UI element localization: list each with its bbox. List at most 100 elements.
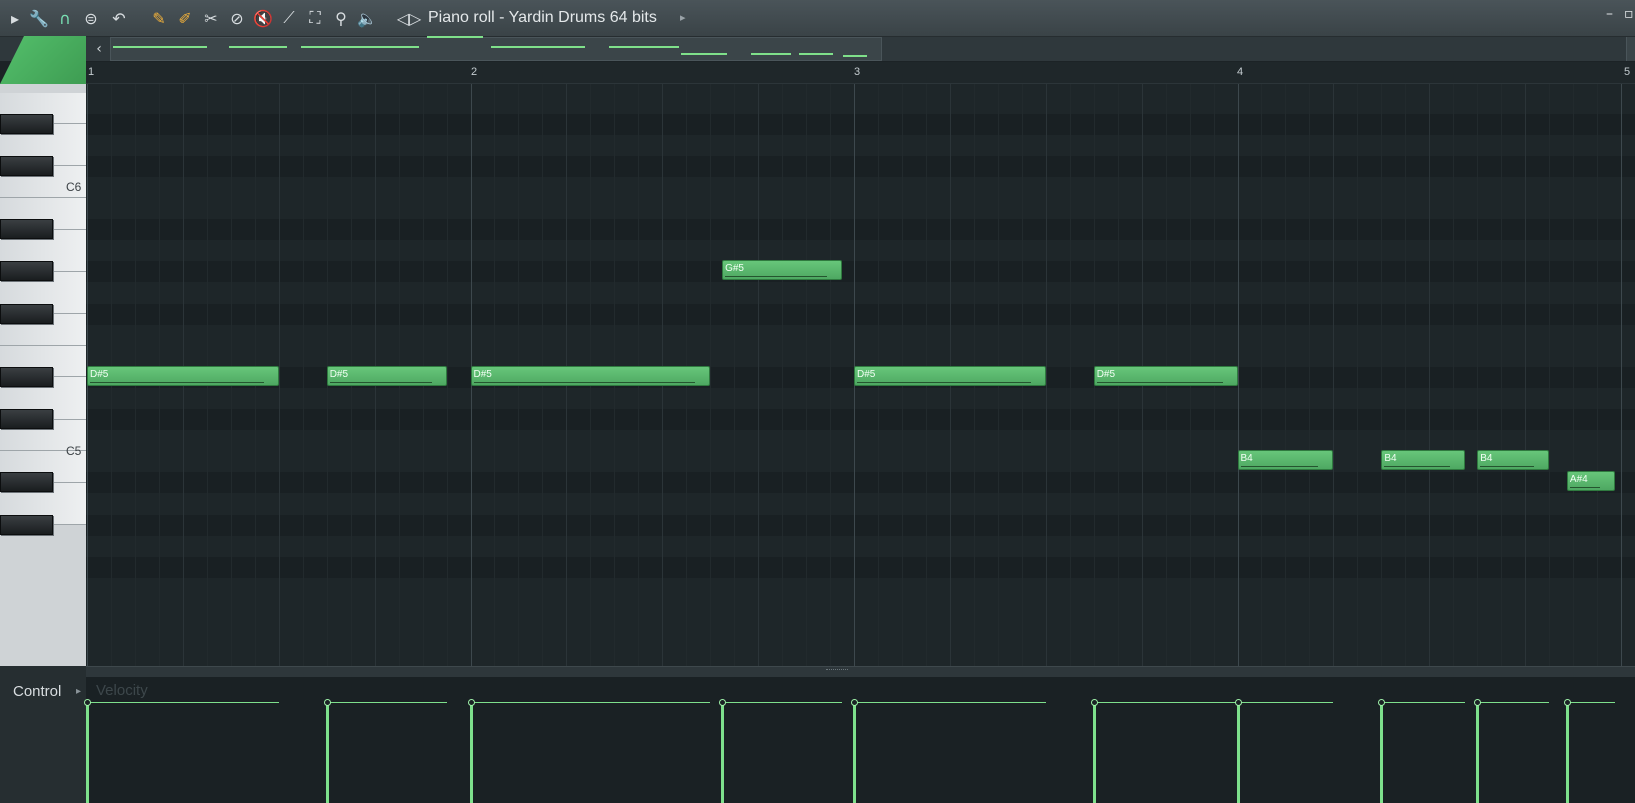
timeline-ruler[interactable]: 1 2 3 4 5	[86, 62, 1635, 84]
note-d-sharp5[interactable]: D#5	[1093, 365, 1238, 386]
overview-note-line	[301, 46, 419, 48]
velocity-stem[interactable]	[1565, 702, 1569, 803]
note-velocity-bar	[473, 381, 696, 383]
note-b4[interactable]: B4	[1477, 450, 1550, 471]
velocity-stem[interactable]	[1476, 702, 1480, 803]
black-key[interactable]	[0, 219, 53, 240]
control-menu-arrow-icon[interactable]: ▸	[76, 686, 81, 697]
window-title: Piano roll - Yardin Drums 64 bits	[428, 9, 657, 26]
scroll-right-edge[interactable]	[1626, 37, 1635, 61]
erase-icon[interactable]: ⊘	[226, 6, 248, 30]
note-b4[interactable]: B4	[1381, 450, 1466, 471]
velocity-stem[interactable]	[325, 702, 329, 803]
note-label: B4	[1480, 453, 1493, 465]
black-key[interactable]	[0, 113, 53, 134]
black-key[interactable]	[0, 366, 53, 387]
target-channel-icon[interactable]: ◁▷	[394, 6, 424, 30]
black-key[interactable]	[0, 409, 53, 429]
restore-icon[interactable]: ▫	[1624, 6, 1634, 22]
note-velocity-bar	[1480, 466, 1535, 468]
magnet-icon[interactable]: ∩	[54, 6, 76, 30]
note-d-sharp5[interactable]: D#5	[87, 365, 279, 386]
note-velocity-bar	[1569, 487, 1600, 489]
splitter-grip[interactable]	[826, 669, 848, 673]
grid-line	[302, 84, 304, 666]
grid-line	[278, 84, 280, 666]
note-a-sharp4[interactable]: A#4	[1566, 471, 1615, 492]
note-d-sharp5[interactable]: D#5	[854, 365, 1046, 386]
black-key-row	[86, 303, 1635, 325]
black-key[interactable]	[0, 261, 53, 282]
black-key[interactable]	[0, 472, 53, 493]
grid-line	[1597, 84, 1599, 666]
menu-arrow-icon[interactable]: ▸	[4, 6, 26, 30]
grid-line	[1405, 84, 1407, 666]
overview-note-line	[799, 53, 833, 55]
undo-icon[interactable]: ↶	[108, 6, 130, 30]
bar-number: 5	[1624, 66, 1631, 78]
panel-splitter[interactable]	[86, 666, 1635, 677]
grid-line	[1429, 84, 1431, 666]
delete-tool-icon[interactable]: ✂	[200, 6, 222, 30]
black-key[interactable]	[0, 514, 53, 535]
velocity-stem[interactable]	[1092, 702, 1096, 803]
note-d-sharp5[interactable]: D#5	[326, 365, 447, 386]
wrench-icon[interactable]: 🔧	[28, 6, 50, 30]
octave-label-c5: C5	[66, 444, 82, 458]
minimize-icon[interactable]: –	[1606, 6, 1613, 22]
grid-line	[1069, 84, 1071, 666]
overview-scrollbar[interactable]	[110, 36, 882, 61]
velocity-handle[interactable]	[719, 699, 727, 706]
velocity-stem[interactable]	[1236, 702, 1240, 803]
note-label: B4	[1240, 453, 1253, 465]
note-label: D#5	[329, 368, 349, 380]
scroll-left-icon[interactable]: ‹	[90, 38, 108, 60]
octave-label-c6: C6	[66, 180, 82, 194]
piano-keyboard[interactable]	[0, 84, 86, 666]
paint-brush-icon[interactable]: ✐	[174, 6, 196, 30]
control-label[interactable]: Control	[13, 683, 61, 700]
grid-line	[1381, 84, 1383, 666]
velocity-handle[interactable]	[1563, 699, 1571, 706]
grid-line	[446, 84, 448, 666]
note-velocity-bar	[90, 381, 264, 383]
overview-note-line	[491, 46, 585, 48]
note-velocity-bar	[857, 381, 1031, 383]
bar-number: 1	[88, 66, 95, 78]
velocity-handle[interactable]	[84, 699, 91, 706]
select-icon[interactable]: ⛶	[304, 6, 326, 30]
mute-icon[interactable]: 🔇	[252, 6, 274, 30]
velocity-stem[interactable]	[1380, 702, 1384, 803]
grid-line	[1453, 84, 1455, 666]
velocity-stem[interactable]	[86, 702, 89, 803]
black-key[interactable]	[0, 303, 53, 324]
slice-icon[interactable]: ⟋	[278, 6, 300, 30]
velocity-lane[interactable]	[86, 677, 1635, 803]
note-g-sharp5[interactable]: G#5	[722, 260, 842, 281]
velocity-handle[interactable]	[1090, 699, 1098, 706]
note-d-sharp5[interactable]: D#5	[470, 365, 711, 386]
velocity-handle[interactable]	[1234, 699, 1242, 706]
note-label: A#4	[1569, 474, 1588, 486]
note-velocity-bar	[1096, 381, 1223, 383]
velocity-stem[interactable]	[853, 702, 856, 803]
bar-number: 4	[1237, 66, 1244, 78]
bar-number: 2	[471, 66, 478, 78]
velocity-handle[interactable]	[323, 699, 331, 706]
playback-icon[interactable]: 🔈	[356, 6, 378, 30]
note-velocity-bar	[1240, 466, 1319, 468]
grid-line	[1621, 84, 1622, 666]
velocity-stem[interactable]	[469, 702, 473, 803]
options-icon[interactable]: ⊜	[80, 6, 102, 30]
overview-note-line	[843, 55, 867, 57]
velocity-stem[interactable]	[721, 702, 725, 803]
velocity-handle[interactable]	[851, 699, 858, 706]
velocity-handle[interactable]	[467, 699, 475, 706]
title-menu-arrow-icon[interactable]: ▸	[680, 11, 686, 24]
black-key[interactable]	[0, 155, 53, 176]
grid-line	[1573, 84, 1575, 666]
note-b4[interactable]: B4	[1237, 450, 1334, 471]
grid-line	[734, 84, 736, 666]
zoom-icon[interactable]: ⚲	[330, 6, 352, 30]
pencil-icon[interactable]: ✎	[148, 6, 170, 30]
